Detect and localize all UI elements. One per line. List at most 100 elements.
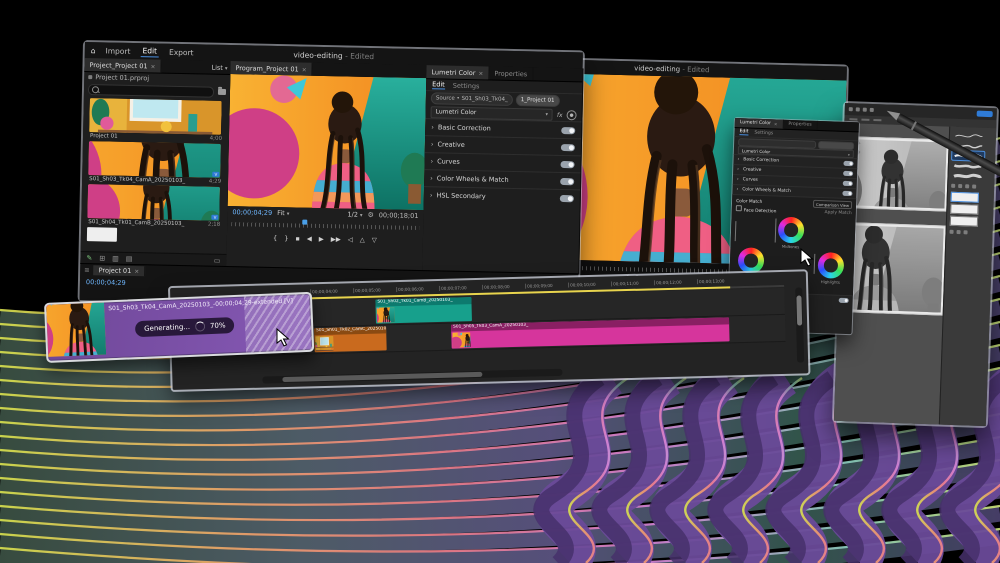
- subtab-settings[interactable]: Settings: [453, 81, 480, 90]
- extract-icon[interactable]: ▽: [372, 236, 377, 244]
- comparison-view-button[interactable]: Comparison View: [813, 200, 852, 209]
- toggle-switch[interactable]: [560, 160, 574, 167]
- new-bin-icon[interactable]: [218, 89, 226, 95]
- fx-icon[interactable]: [557, 110, 563, 118]
- generative-extend-clip[interactable]: S01_Sh03_Tk04_CamA_20250103_-00;00;04;29…: [44, 292, 314, 363]
- program-video[interactable]: [228, 74, 427, 210]
- tab-lumetri-color[interactable]: Lumetri Color: [735, 118, 784, 129]
- timeline-vertical-scrollbar[interactable]: [795, 287, 804, 362]
- subtab-settings[interactable]: Settings: [754, 130, 773, 136]
- storyboard-card[interactable]: [844, 222, 947, 315]
- subtab-edit[interactable]: Edit: [432, 80, 445, 89]
- project-item-matte[interactable]: [81, 225, 227, 244]
- panel-menu-icon[interactable]: [84, 266, 90, 274]
- tool-icon[interactable]: [951, 184, 955, 188]
- tool-icon[interactable]: [950, 230, 954, 234]
- timeline-clip-pink[interactable]: S01_Sh05_Tk03_CamA_20250103_: [451, 317, 730, 348]
- subtab-edit[interactable]: Edit: [739, 129, 748, 135]
- home-icon[interactable]: [91, 46, 96, 55]
- menu-export[interactable]: Export: [167, 46, 196, 58]
- search-input[interactable]: [88, 84, 214, 98]
- close-icon[interactable]: [151, 62, 156, 70]
- step-back-icon[interactable]: ◀: [307, 235, 312, 243]
- settings-wrench-icon[interactable]: [367, 210, 373, 218]
- zoom-select[interactable]: Fit: [277, 209, 289, 217]
- eye-icon[interactable]: [566, 110, 576, 120]
- share-button[interactable]: [977, 111, 993, 118]
- scrollbar-knob[interactable]: [282, 372, 482, 382]
- close-icon[interactable]: [302, 65, 307, 73]
- current-timecode[interactable]: 00;00;04;29: [232, 208, 272, 217]
- playback-resolution-select[interactable]: 1/2: [347, 210, 362, 218]
- tool-icon[interactable]: [963, 230, 967, 234]
- toggle-switch[interactable]: [843, 181, 853, 186]
- project-chip[interactable]: 1_Project 01: [516, 94, 560, 107]
- tool-icon[interactable]: [972, 184, 976, 188]
- close-icon[interactable]: [134, 267, 139, 275]
- scrollbar-knob[interactable]: [796, 295, 802, 325]
- toggle-switch[interactable]: [560, 177, 574, 184]
- close-icon[interactable]: [478, 69, 483, 77]
- storyboard-card[interactable]: [847, 136, 949, 211]
- tool-icon[interactable]: [958, 184, 962, 188]
- tool-icon[interactable]: [956, 230, 960, 234]
- view-mode-select[interactable]: List: [211, 63, 230, 71]
- timeline-clip-teal[interactable]: S01_Sh02_Tk01_CamB_20250103_: [375, 297, 472, 324]
- brush-preset[interactable]: [951, 171, 983, 181]
- tool-icon[interactable]: [965, 184, 969, 188]
- tool-icon[interactable]: [863, 108, 867, 112]
- lift-icon[interactable]: △: [360, 236, 365, 244]
- playhead[interactable]: [303, 220, 308, 225]
- trash-icon[interactable]: ▭: [214, 257, 221, 265]
- brush-preset[interactable]: [953, 131, 985, 141]
- toggle-switch[interactable]: [843, 161, 853, 166]
- step-forward-icon[interactable]: ▶▶: [331, 235, 341, 243]
- toggle-switch[interactable]: [561, 143, 575, 150]
- project-item[interactable]: V S01_Sh03_Tk04_CamA_20250103_4;29: [82, 139, 229, 185]
- midtones-wheel[interactable]: [778, 217, 805, 244]
- tab-lumetri-color[interactable]: Lumetri Color: [426, 65, 489, 79]
- shadows-wheel[interactable]: [738, 247, 765, 274]
- tool-icon[interactable]: [849, 107, 853, 111]
- project-item[interactable]: Project 014;00: [83, 96, 230, 142]
- toggle-switch[interactable]: [561, 126, 575, 133]
- go-to-out-icon[interactable]: ◁: [348, 236, 353, 244]
- preset-dropdown[interactable]: Lumetri Color: [430, 106, 553, 121]
- stop-icon[interactable]: ▪: [295, 234, 300, 242]
- toggle-switch[interactable]: [839, 298, 849, 303]
- option-icon[interactable]: [861, 119, 869, 121]
- color-swatch[interactable]: [950, 204, 978, 215]
- tool-icon[interactable]: [856, 107, 860, 111]
- option-icon[interactable]: [849, 118, 857, 120]
- shadows-slider[interactable]: [735, 221, 737, 241]
- menu-import[interactable]: Import: [103, 45, 132, 57]
- timeline-clip-orange[interactable]: S01_Sh01_Tk02_CamC_20250103_: [314, 326, 387, 352]
- tab-project[interactable]: Project_Project 01: [84, 58, 161, 73]
- tab-sequence[interactable]: Project 01: [94, 265, 146, 276]
- list-view-icon[interactable]: ▥: [112, 255, 119, 263]
- project-item[interactable]: V S01_Sh04_Tk01_CamB_20250103_2;18: [81, 182, 228, 228]
- option-icon[interactable]: [873, 119, 881, 121]
- toggle-switch[interactable]: [843, 171, 853, 176]
- toggle-switch[interactable]: [842, 191, 852, 196]
- toggle-switch[interactable]: [560, 194, 574, 201]
- sort-icon[interactable]: ▤: [126, 255, 133, 263]
- pen-tool-icon[interactable]: ✎: [86, 254, 92, 262]
- highlights-wheel[interactable]: [817, 252, 844, 279]
- midtones-slider[interactable]: [775, 218, 777, 242]
- face-detection-checkbox[interactable]: Face Detection: [736, 205, 777, 214]
- color-swatch-selected[interactable]: [951, 192, 979, 203]
- grid-view-icon[interactable]: ⊞: [99, 254, 105, 262]
- mark-out-icon[interactable]: }: [284, 234, 288, 242]
- section-hsl-secondary[interactable]: HSL Secondary: [424, 186, 580, 206]
- mark-in-icon[interactable]: {: [273, 234, 277, 242]
- play-icon[interactable]: ▶: [319, 235, 324, 243]
- close-icon[interactable]: [774, 121, 778, 127]
- tab-properties[interactable]: Properties: [783, 120, 818, 130]
- tool-icon[interactable]: [870, 108, 874, 112]
- source-chip[interactable]: Source • S01_Sh03_Tk04_: [431, 92, 513, 106]
- tab-properties[interactable]: Properties: [489, 66, 533, 80]
- menu-edit[interactable]: Edit: [140, 45, 159, 57]
- color-swatch[interactable]: [950, 216, 978, 227]
- apply-match-button[interactable]: Apply Match: [824, 210, 851, 216]
